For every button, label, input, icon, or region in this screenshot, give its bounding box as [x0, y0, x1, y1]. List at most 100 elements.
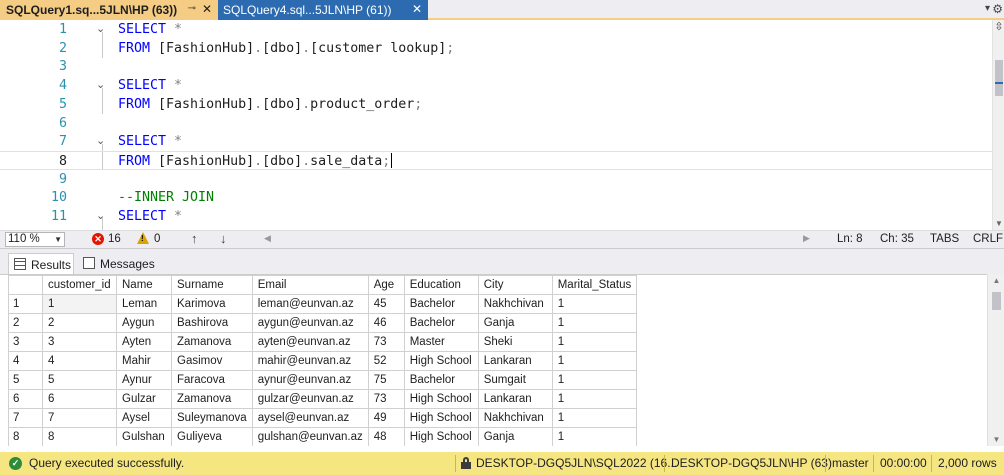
code-line[interactable]: 6: [0, 114, 992, 133]
table-cell[interactable]: 73: [367, 389, 405, 409]
code-line[interactable]: 1 ⌄ SELECT *: [0, 20, 992, 39]
table-cell[interactable]: Mahir: [116, 351, 172, 371]
row-number[interactable]: 5: [8, 370, 43, 390]
code-line[interactable]: 5 FROM [FashionHub].[dbo].product_order;: [0, 95, 992, 114]
tab-messages[interactable]: Messages: [78, 253, 158, 275]
table-cell[interactable]: Nakhchivan: [477, 408, 553, 428]
table-cell[interactable]: gulzar@eunvan.az: [251, 389, 369, 409]
table-cell[interactable]: Lankaran: [477, 351, 553, 371]
fold-toggle-icon[interactable]: ⌄: [96, 76, 105, 95]
table-cell[interactable]: Guliyeva: [171, 427, 253, 446]
table-cell[interactable]: 1: [551, 427, 638, 446]
column-header[interactable]: Education: [403, 275, 479, 295]
column-header[interactable]: Email: [251, 275, 369, 295]
table-cell[interactable]: 1: [551, 294, 638, 314]
pin-icon[interactable]: ⊸: [188, 3, 196, 14]
table-cell[interactable]: 48: [367, 427, 405, 446]
table-cell[interactable]: Gulshan: [116, 427, 172, 446]
table-cell[interactable]: Suleymanova: [171, 408, 253, 428]
code-line[interactable]: 9: [0, 170, 992, 189]
table-cell[interactable]: High School: [403, 427, 479, 446]
close-icon[interactable]: ✕: [412, 2, 422, 16]
table-row[interactable]: 3 3 Ayten Zamanova ayten@eunvan.az 73 Master Sh…: [8, 332, 638, 352]
table-cell[interactable]: 4: [42, 351, 117, 371]
table-cell[interactable]: 45: [367, 294, 405, 314]
table-cell[interactable]: aysel@eunvan.az: [251, 408, 369, 428]
line-ending[interactable]: CRLF: [973, 233, 1003, 245]
row-number[interactable]: 7: [8, 408, 43, 428]
table-cell[interactable]: 2: [42, 313, 117, 333]
scrollbar-thumb[interactable]: [992, 292, 1001, 310]
table-cell[interactable]: 1: [551, 332, 638, 352]
fold-toggle-icon[interactable]: ⌄: [96, 207, 105, 226]
grid-vertical-scrollbar[interactable]: ▲ ▼: [987, 274, 1004, 446]
error-icon[interactable]: ✕: [92, 233, 104, 245]
row-number[interactable]: 4: [8, 351, 43, 371]
table-cell[interactable]: Master: [403, 332, 479, 352]
table-cell[interactable]: 1: [551, 370, 638, 390]
table-cell[interactable]: 46: [367, 313, 405, 333]
warning-icon[interactable]: !: [137, 232, 149, 244]
scroll-down-icon[interactable]: ▼: [993, 219, 1004, 228]
table-cell[interactable]: 8: [42, 427, 117, 446]
table-cell[interactable]: 3: [42, 332, 117, 352]
table-cell[interactable]: High School: [403, 351, 479, 371]
table-row[interactable]: 7 7 Aysel Suleymanova aysel@eunvan.az 49 High …: [8, 408, 638, 428]
table-row[interactable]: 4 4 Mahir Gasimov mahir@eunvan.az 52 High Scho…: [8, 351, 638, 371]
table-cell[interactable]: 49: [367, 408, 405, 428]
column-header[interactable]: Marital_Status: [551, 275, 638, 295]
table-cell[interactable]: Bashirova: [171, 313, 253, 333]
table-cell[interactable]: aynur@eunvan.az: [251, 370, 369, 390]
table-cell[interactable]: mahir@eunvan.az: [251, 351, 369, 371]
scroll-right-icon[interactable]: ▶: [803, 233, 810, 244]
table-cell[interactable]: 52: [367, 351, 405, 371]
warning-count[interactable]: 0: [154, 233, 160, 245]
code-line[interactable]: 3: [0, 57, 992, 76]
column-header[interactable]: Surname: [171, 275, 253, 295]
row-number[interactable]: 2: [8, 313, 43, 333]
row-number[interactable]: 3: [8, 332, 43, 352]
grid-corner[interactable]: [8, 275, 43, 295]
table-cell[interactable]: Zamanova: [171, 332, 253, 352]
table-cell[interactable]: Faracova: [171, 370, 253, 390]
tab-overflow-dropdown-icon[interactable]: ▾: [985, 3, 990, 14]
table-cell[interactable]: Zamanova: [171, 389, 253, 409]
table-cell[interactable]: Sheki: [477, 332, 553, 352]
table-cell[interactable]: 1: [551, 351, 638, 371]
table-cell[interactable]: 75: [367, 370, 405, 390]
fold-toggle-icon[interactable]: ⌄: [96, 132, 105, 151]
zoom-dropdown[interactable]: 110 % ▼: [5, 232, 65, 247]
table-cell[interactable]: Gasimov: [171, 351, 253, 371]
table-cell[interactable]: 1: [551, 408, 638, 428]
table-row[interactable]: 6 6 Gulzar Zamanova gulzar@eunvan.az 73 High S…: [8, 389, 638, 409]
table-cell[interactable]: 1: [551, 389, 638, 409]
scroll-left-icon[interactable]: ◀: [264, 233, 271, 244]
table-cell[interactable]: Lankaran: [477, 389, 553, 409]
table-cell[interactable]: 5: [42, 370, 117, 390]
table-cell[interactable]: High School: [403, 408, 479, 428]
table-cell[interactable]: gulshan@eunvan.az: [251, 427, 369, 446]
tab-sqlquery4[interactable]: SQLQuery4.sql...5JLN\HP (61)) ✕: [218, 0, 428, 20]
tab-results[interactable]: Results: [8, 253, 74, 275]
column-header[interactable]: customer_id: [42, 275, 117, 295]
code-line[interactable]: 11 ⌄ SELECT *: [0, 207, 992, 226]
fold-toggle-icon[interactable]: ⌄: [96, 20, 105, 39]
table-cell[interactable]: Ayten: [116, 332, 172, 352]
table-cell[interactable]: aygun@eunvan.az: [251, 313, 369, 333]
split-icon[interactable]: ⇳: [993, 20, 1004, 38]
table-cell[interactable]: 6: [42, 389, 117, 409]
row-number[interactable]: 8: [8, 427, 43, 446]
table-cell[interactable]: Gulzar: [116, 389, 172, 409]
table-cell[interactable]: Bachelor: [403, 370, 479, 390]
table-cell[interactable]: Aysel: [116, 408, 172, 428]
arrow-up-icon[interactable]: ↑: [191, 231, 198, 246]
table-cell[interactable]: 1: [551, 313, 638, 333]
scroll-up-icon[interactable]: ▲: [988, 276, 1004, 285]
gear-icon[interactable]: ⚙: [992, 2, 1003, 16]
code-line[interactable]: 8 FROM [FashionHub].[dbo].sale_data;: [0, 150, 992, 170]
results-grid[interactable]: customer_id Name Surname Email Age Education C…: [0, 274, 1004, 446]
scrollbar-thumb[interactable]: [995, 60, 1003, 96]
table-row[interactable]: 2 2 Aygun Bashirova aygun@eunvan.az 46 Bachelo…: [8, 313, 638, 333]
close-icon[interactable]: ✕: [202, 2, 212, 16]
table-cell[interactable]: 1: [42, 294, 117, 314]
